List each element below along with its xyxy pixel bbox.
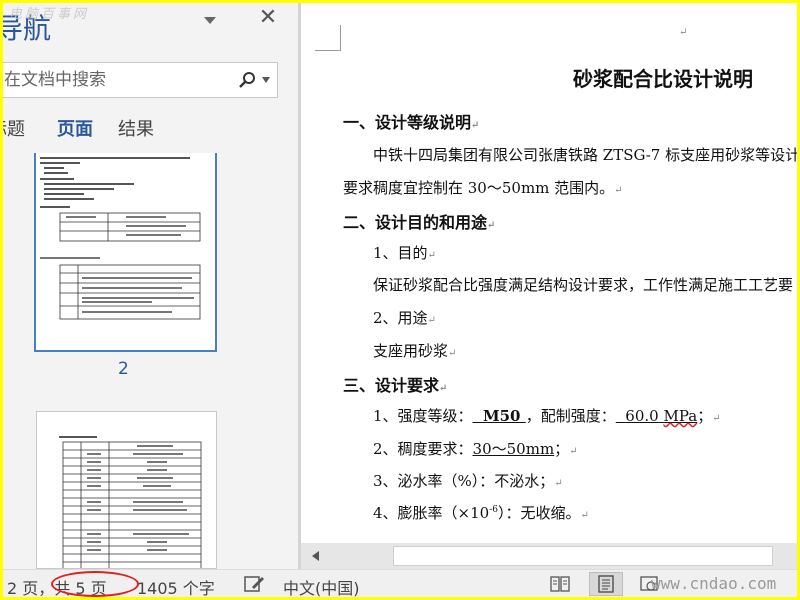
section-heading: 三、设计要求↵ — [343, 376, 448, 395]
document-title: 砂浆配合比设计说明 — [573, 67, 753, 91]
word-count[interactable]: 1405 个字 — [137, 575, 215, 597]
page-corner-mark — [315, 25, 341, 51]
search-input[interactable] — [4, 63, 224, 97]
thumbnail-content — [59, 436, 202, 568]
tab-results[interactable]: 结果 — [118, 115, 154, 141]
print-layout-icon — [598, 575, 614, 593]
page-thumbnail-2[interactable] — [34, 153, 217, 352]
proofing-icon[interactable] — [243, 574, 265, 594]
thumbnail-content — [40, 157, 201, 320]
body-text: 保证砂浆配合比强度满足结构设计要求，工作性满足施工工艺要 — [373, 276, 794, 294]
chevron-down-icon[interactable] — [203, 13, 217, 27]
body-text: 支座用砂浆↵ — [373, 342, 457, 360]
document-page[interactable]: ↵ 砂浆配合比设计说明 一、设计等级说明↵ 中铁十四局集团有限公司张唐铁路 ZT… — [301, 3, 797, 543]
body-text: 1、目的↵ — [373, 244, 436, 262]
horizontal-scrollbar[interactable] — [301, 543, 797, 569]
scroll-left-icon[interactable] — [309, 549, 323, 563]
page-thumbnail-3[interactable] — [36, 411, 217, 569]
requirement-item: 3、泌水率（%）：不泌水；↵ — [373, 472, 563, 490]
search-box[interactable] — [3, 62, 278, 98]
section-heading: 一、设计等级说明↵ — [343, 113, 480, 132]
document-area: ↵ 砂浆配合比设计说明 一、设计等级说明↵ 中铁十四局集团有限公司张唐铁路 ZT… — [301, 3, 797, 569]
tab-headings[interactable]: 标题 — [3, 115, 25, 141]
scrollbar-thumb[interactable] — [393, 546, 773, 566]
requirement-item: 4、膨胀率（×10-6）：无收缩。↵ — [373, 504, 589, 522]
read-mode-button[interactable] — [543, 572, 577, 596]
tab-pages[interactable]: 页面 — [57, 115, 93, 141]
watermark-text: 电脑百事网 — [9, 7, 90, 22]
section-heading: 二、设计目的和用途↵ — [343, 213, 496, 232]
nav-tabs: 标题 页面 结果 — [3, 115, 298, 145]
paragraph-mark: ↵ — [679, 27, 688, 38]
highlight-circle — [51, 571, 139, 597]
requirement-item: 1、强度等级： M50 ，配制强度： 60.0 MPa；↵ — [373, 407, 721, 425]
site-watermark: www.cndao.com — [651, 574, 777, 593]
body-text: 要求稠度宜控制在 30～50mm 范围内。↵ — [343, 179, 623, 197]
thumbnail-page-number: 2 — [118, 359, 129, 379]
search-icon[interactable] — [238, 71, 256, 89]
close-icon[interactable]: ✕ — [258, 7, 278, 29]
navigation-pane: 导航 电脑百事网 ✕ 标题 页面 结果 — [3, 3, 298, 569]
body-text: 2、用途↵ — [373, 309, 436, 327]
read-mode-icon — [550, 576, 570, 592]
chevron-down-icon[interactable] — [262, 77, 270, 83]
language-indicator[interactable]: 中文(中国) — [283, 575, 360, 597]
status-bar: 2 页，共 5 页 1405 个字 中文(中国) www.cndao.com — [3, 569, 797, 597]
body-text: 中铁十四局集团有限公司张唐铁路 ZTSG-7 标支座用砂浆等设计 — [373, 146, 797, 164]
word-window: 导航 电脑百事网 ✕ 标题 页面 结果 — [3, 3, 797, 597]
requirement-item: 2、稠度要求：30～50mm；↵ — [373, 440, 578, 458]
print-layout-button[interactable] — [589, 572, 623, 596]
